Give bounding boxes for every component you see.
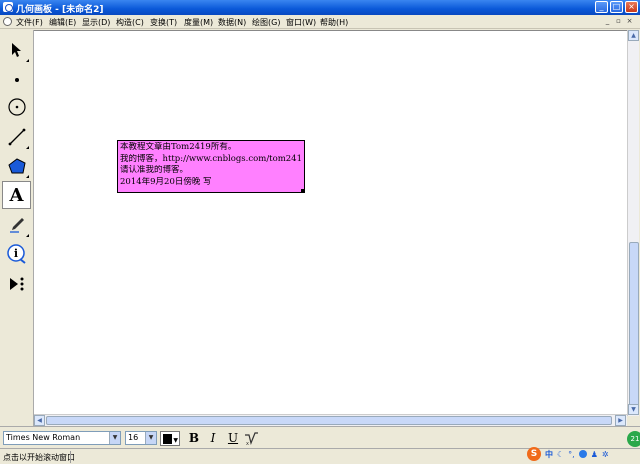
- scroll-down-arrow-icon[interactable]: ▼: [628, 404, 639, 415]
- play-more-icon: [9, 277, 23, 291]
- marker-tool[interactable]: [2, 211, 31, 239]
- svg-text:i: i: [13, 247, 17, 260]
- underline-button[interactable]: U: [225, 431, 241, 446]
- document-icon[interactable]: [3, 17, 12, 26]
- custom-tool[interactable]: [2, 270, 31, 298]
- tool-menu-arrow-icon: [23, 146, 29, 149]
- info-icon: i: [6, 244, 26, 264]
- pen-icon: [9, 218, 24, 233]
- tool-menu-arrow-icon: [23, 59, 29, 62]
- chevron-down-icon: ▼: [109, 432, 120, 444]
- menu-edit[interactable]: 编辑(E): [49, 17, 76, 28]
- doc-minimize-button[interactable]: _: [603, 17, 612, 26]
- notification-badge[interactable]: 21: [627, 431, 640, 447]
- svg-text:x: x: [246, 441, 249, 446]
- text-caption-box[interactable]: 本教程文章由Tom2419所有。 我的博客，http://www.cnblogs…: [117, 140, 305, 193]
- sketch-canvas[interactable]: 本教程文章由Tom2419所有。 我的博客，http://www.cnblogs…: [34, 30, 627, 416]
- scroll-up-arrow-icon[interactable]: ▲: [628, 30, 639, 41]
- person-icon[interactable]: ♟: [591, 450, 598, 459]
- color-fill-swatch: [163, 434, 172, 444]
- maximize-button[interactable]: □: [610, 1, 623, 13]
- horizontal-scrollbar[interactable]: ◀ ▶: [34, 414, 627, 426]
- italic-button[interactable]: I: [205, 431, 221, 446]
- math-format-button[interactable]: x: [243, 431, 259, 447]
- menu-bar: 文件(F) 编辑(E) 显示(D) 构造(C) 变换(T) 度量(M) 数据(N…: [0, 15, 640, 29]
- caption-line-3: 请认准我的博客。: [120, 165, 189, 175]
- app-icon[interactable]: [3, 2, 13, 12]
- close-button[interactable]: ×: [625, 1, 638, 13]
- scroll-right-arrow-icon[interactable]: ▶: [615, 415, 626, 426]
- caption-line-2: 我的博客，http://www.cnblogs.com/tom2419/: [120, 153, 302, 164]
- tool-menu-arrow-icon: [23, 234, 29, 237]
- font-size-value: 16: [128, 433, 139, 442]
- text-format-bar: Times New Roman ▼ 16 ▼ ▼ B I U x: [0, 426, 640, 448]
- point-tool[interactable]: [2, 66, 31, 94]
- font-family-select[interactable]: Times New Roman ▼: [3, 431, 121, 445]
- math-symbol-icon: x: [245, 432, 258, 447]
- minimize-button[interactable]: _: [595, 1, 608, 13]
- toolbox: A i: [0, 30, 34, 426]
- straightedge-tool[interactable]: [2, 123, 31, 151]
- vertical-scroll-thumb[interactable]: [629, 242, 639, 407]
- menu-file[interactable]: 文件(F): [16, 17, 43, 28]
- resize-handle[interactable]: [301, 189, 305, 193]
- polygon-tool[interactable]: [2, 152, 31, 180]
- menu-window[interactable]: 窗口(W): [286, 17, 316, 28]
- caption-line-4: 2014年9月20日傍晚 写: [120, 176, 212, 187]
- menu-display[interactable]: 显示(D): [82, 17, 110, 28]
- arrow-icon: [11, 43, 21, 57]
- menu-transform[interactable]: 变换(T): [150, 17, 177, 28]
- menu-construct[interactable]: 构造(C): [116, 17, 144, 28]
- line-segment-icon: [8, 128, 25, 146]
- menu-data[interactable]: 数据(N): [218, 17, 246, 28]
- selection-arrow-tool[interactable]: [2, 36, 31, 64]
- circle-icon: [7, 98, 26, 116]
- ime-mode-indicator[interactable]: 中: [545, 449, 553, 460]
- information-tool[interactable]: i: [2, 240, 31, 268]
- punctuation-icon[interactable]: °,: [568, 450, 575, 459]
- keyboard-icon[interactable]: [578, 450, 587, 458]
- tool-menu-arrow-icon: [23, 175, 29, 178]
- font-family-value: Times New Roman: [6, 433, 81, 442]
- menu-measure[interactable]: 度量(M): [184, 17, 213, 28]
- sogou-logo-icon[interactable]: S: [527, 447, 541, 461]
- font-size-select[interactable]: 16 ▼: [125, 431, 157, 445]
- vertical-scrollbar[interactable]: ▲ ▼: [627, 30, 639, 416]
- text-tool[interactable]: A: [2, 181, 31, 209]
- scroll-left-arrow-icon[interactable]: ◀: [34, 415, 45, 426]
- point-icon: [14, 78, 19, 82]
- doc-restore-button[interactable]: ▫: [614, 17, 623, 26]
- ime-toolbar[interactable]: S 中 ☾ °, ♟ ✲: [527, 446, 627, 462]
- polygon-icon: [7, 158, 26, 174]
- chevron-down-icon: ▼: [145, 432, 156, 444]
- text-color-picker[interactable]: ▼: [160, 431, 180, 446]
- compass-tool[interactable]: [2, 93, 31, 121]
- title-bar: 几何画板 - [未命名2] _ □ ×: [0, 0, 640, 15]
- moon-icon[interactable]: ☾: [557, 450, 564, 459]
- caption-line-1: 本教程文章由Tom2419所有。: [120, 142, 237, 152]
- status-text: 点击以开始滚动窗口: [3, 453, 75, 462]
- horizontal-scroll-thumb[interactable]: [46, 416, 612, 425]
- menu-help[interactable]: 帮助(H): [320, 17, 348, 28]
- doc-close-button[interactable]: ×: [625, 17, 634, 26]
- text-A-icon: A: [9, 184, 24, 206]
- menu-graph[interactable]: 绘图(G): [252, 17, 280, 28]
- settings-icon[interactable]: ✲: [602, 450, 609, 459]
- chevron-down-icon: ▼: [173, 437, 178, 444]
- status-panel: [70, 451, 520, 463]
- bold-button[interactable]: B: [186, 431, 202, 446]
- window-title: 几何画板 - [未命名2]: [16, 5, 104, 15]
